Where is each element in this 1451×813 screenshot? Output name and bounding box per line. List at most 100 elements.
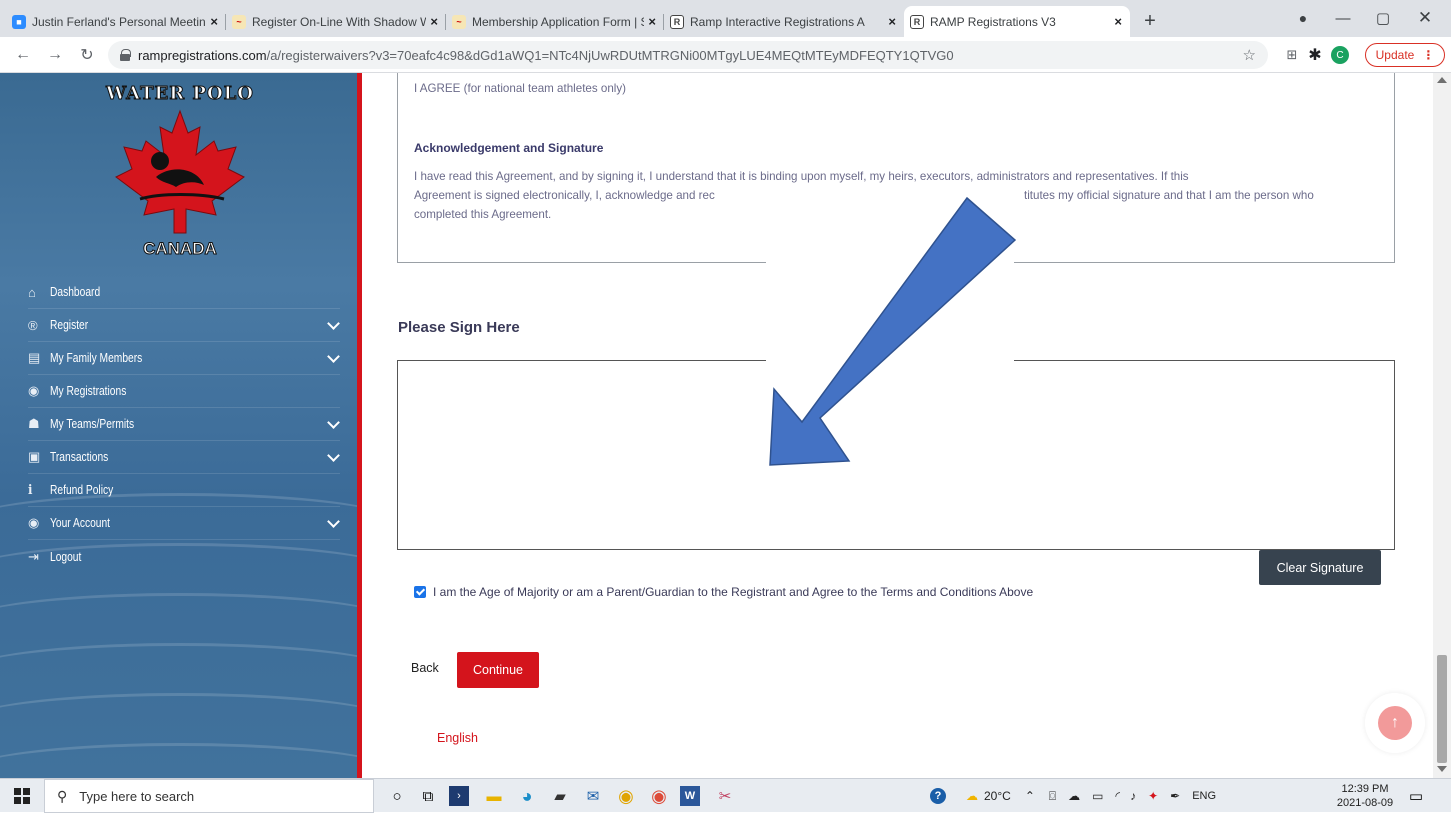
word-icon[interactable]: W bbox=[680, 786, 700, 806]
reload-icon[interactable]: ↻ bbox=[74, 42, 100, 68]
meet-icon[interactable]: ⌼ bbox=[1049, 789, 1056, 804]
battery-icon[interactable]: ▭ bbox=[1092, 789, 1103, 803]
lock-icon bbox=[120, 49, 131, 61]
mail-icon[interactable]: ✉ bbox=[581, 784, 605, 808]
extensions-puzzle-icon[interactable]: ✱ bbox=[1302, 42, 1328, 68]
chevron-down-icon[interactable] bbox=[326, 351, 340, 365]
acknowledgement-text-line: titutes my official signature and that I… bbox=[1024, 189, 1314, 202]
clear-signature-button[interactable]: Clear Signature bbox=[1259, 550, 1381, 585]
ramp-icon: R bbox=[910, 14, 924, 29]
scroll-down-arrow-icon[interactable] bbox=[1437, 766, 1447, 772]
back-link[interactable]: Back bbox=[411, 661, 439, 675]
new-tab-button[interactable]: + bbox=[1136, 7, 1164, 35]
sidebar-item-dashboard[interactable]: ⌂ Dashboard bbox=[28, 276, 340, 309]
close-tab-icon[interactable]: × bbox=[648, 14, 656, 29]
minimize-button[interactable]: — bbox=[1323, 4, 1363, 32]
notifications-icon[interactable]: ▭ bbox=[1404, 784, 1428, 808]
system-tray: ? ☁ 20°C ⌃ ⌼ ☁ ▭ ◜ ♪ ✦ ✒ ENG bbox=[930, 779, 1216, 813]
sidebar-item-my-registrations[interactable]: ◉ My Registrations bbox=[28, 375, 340, 408]
chevron-down-icon[interactable] bbox=[326, 417, 340, 431]
close-tab-icon[interactable]: × bbox=[1114, 14, 1122, 29]
waiver-page: I AGREE (for national team athletes only… bbox=[362, 73, 1433, 778]
arrow-up-icon: ↑ bbox=[1378, 706, 1412, 740]
sidebar-item-refund-policy[interactable]: i Refund Policy bbox=[28, 474, 340, 507]
scroll-up-arrow-icon[interactable] bbox=[1437, 77, 1447, 83]
signature-pad[interactable] bbox=[397, 360, 1395, 550]
bookmark-star-icon[interactable]: ☆ bbox=[1243, 46, 1256, 64]
windows-start-icon[interactable] bbox=[10, 784, 34, 808]
cortana-icon[interactable]: ○ bbox=[385, 784, 409, 808]
search-icon: ⚲ bbox=[57, 787, 68, 804]
windows-taskbar: ⚲ Type here to search ○ ⧉ › ▬ ◕ ▰ ✉ ◉ ◉ … bbox=[0, 778, 1451, 813]
maximize-button[interactable]: ▢ bbox=[1363, 4, 1403, 32]
sidebar-item-logout[interactable]: ⇥ Logout bbox=[28, 540, 340, 573]
chevron-down-icon[interactable] bbox=[326, 450, 340, 464]
url-input[interactable]: rampregistrations.com/a/registerwaivers?… bbox=[108, 41, 1268, 69]
chevron-up-icon[interactable]: ⌃ bbox=[1025, 789, 1035, 803]
forward-arrow-icon[interactable]: → bbox=[42, 42, 68, 68]
user-circle-icon: ◉ bbox=[28, 383, 40, 398]
volume-icon[interactable]: ♪ bbox=[1130, 789, 1136, 803]
browser-tab-bar: ■ Justin Ferland's Personal Meeting × ~ … bbox=[0, 0, 1451, 37]
close-tab-icon[interactable]: × bbox=[430, 14, 438, 29]
clock-time: 12:39 PM bbox=[1341, 783, 1389, 795]
weather-temp[interactable]: 20°C bbox=[984, 789, 1011, 803]
taskbar-search-input[interactable]: ⚲ Type here to search bbox=[44, 779, 374, 813]
chrome-icon[interactable]: ◉ bbox=[614, 784, 638, 808]
continue-button[interactable]: Continue bbox=[457, 652, 539, 688]
task-view-icon[interactable]: ⧉ bbox=[416, 784, 440, 808]
record-icon[interactable]: ● bbox=[1283, 4, 1323, 32]
water-polo-canada-logo[interactable]: WATER POLO CANADA bbox=[100, 81, 260, 259]
profile-avatar[interactable]: C bbox=[1331, 46, 1349, 64]
pen-icon[interactable]: ✒ bbox=[1170, 789, 1180, 803]
help-icon[interactable]: ? bbox=[930, 788, 946, 804]
browser-tab[interactable]: ■ Justin Ferland's Personal Meeting × bbox=[6, 6, 226, 37]
acknowledgement-title: Acknowledgement and Signature bbox=[414, 141, 604, 155]
file-explorer-icon[interactable]: ▬ bbox=[482, 784, 506, 808]
browser-tab-active[interactable]: R RAMP Registrations V3 × bbox=[904, 6, 1130, 37]
close-window-button[interactable]: ✕ bbox=[1405, 4, 1445, 32]
acknowledgement-text-line: I have read this Agreement, and by signi… bbox=[414, 170, 1189, 183]
scrollbar-thumb[interactable] bbox=[1437, 655, 1447, 763]
wifi-icon[interactable]: ◜ bbox=[1115, 789, 1120, 803]
money-icon: ▣ bbox=[28, 449, 41, 464]
chevron-down-icon[interactable] bbox=[326, 318, 340, 332]
update-button[interactable]: Update ⋮ bbox=[1365, 43, 1445, 67]
chrome-icon[interactable]: ◉ bbox=[647, 784, 671, 808]
onedrive-icon[interactable]: ☁ bbox=[1068, 789, 1080, 803]
address-bar: ← → ↻ rampregistrations.com/a/registerwa… bbox=[0, 37, 1451, 73]
edge-icon[interactable]: ◕ bbox=[515, 784, 539, 808]
powershell-icon[interactable]: › bbox=[449, 786, 469, 806]
close-tab-icon[interactable]: × bbox=[210, 14, 218, 29]
users-icon: ☗ bbox=[28, 416, 40, 431]
chevron-down-icon[interactable] bbox=[326, 516, 340, 530]
agree-checkbox[interactable] bbox=[414, 586, 426, 598]
sidebar: WATER POLO CANADA ⌂ Dashboard ® Register… bbox=[0, 73, 357, 778]
back-arrow-icon[interactable]: ← bbox=[10, 42, 36, 68]
sidebar-item-register[interactable]: ® Register bbox=[28, 309, 340, 342]
page-scrollbar[interactable] bbox=[1433, 73, 1451, 778]
language-link[interactable]: English bbox=[437, 731, 478, 745]
sidebar-item-teams-permits[interactable]: ☗ My Teams/Permits bbox=[28, 408, 340, 441]
weather-icon[interactable]: ☁ bbox=[966, 789, 978, 803]
sidebar-item-your-account[interactable]: ◉ Your Account bbox=[28, 507, 340, 540]
sidebar-item-family-members[interactable]: ▤ My Family Members bbox=[28, 342, 340, 375]
waterpolo-icon: ~ bbox=[232, 14, 246, 29]
browser-tab[interactable]: ~ Register On-Line With Shadow W × bbox=[226, 6, 446, 37]
agree-checkbox-label: I am the Age of Majority or am a Parent/… bbox=[433, 585, 1034, 599]
people-icon[interactable]: ✦ bbox=[1148, 789, 1158, 803]
taskbar-clock[interactable]: 12:39 PM 2021-08-09 bbox=[1335, 782, 1395, 810]
id-card-icon: ▤ bbox=[28, 350, 41, 365]
agree-terms-row[interactable]: I am the Age of Majority or am a Parent/… bbox=[414, 585, 1033, 599]
maple-leaf-icon bbox=[115, 109, 245, 234]
browser-tab[interactable]: ~ Membership Application Form | S × bbox=[446, 6, 664, 37]
sidebar-item-transactions[interactable]: ▣ Transactions bbox=[28, 441, 340, 474]
close-tab-icon[interactable]: × bbox=[888, 14, 896, 29]
acknowledgement-text-line: completed this Agreement. bbox=[414, 208, 552, 221]
browser-tab[interactable]: R Ramp Interactive Registrations A × bbox=[664, 6, 904, 37]
input-language[interactable]: ENG bbox=[1192, 790, 1216, 802]
scroll-to-top-button[interactable]: ↑ bbox=[1365, 693, 1425, 753]
snipping-tool-icon[interactable]: ✂ bbox=[713, 784, 737, 808]
store-icon[interactable]: ▰ bbox=[548, 784, 572, 808]
sign-heading: Please Sign Here bbox=[398, 319, 520, 336]
